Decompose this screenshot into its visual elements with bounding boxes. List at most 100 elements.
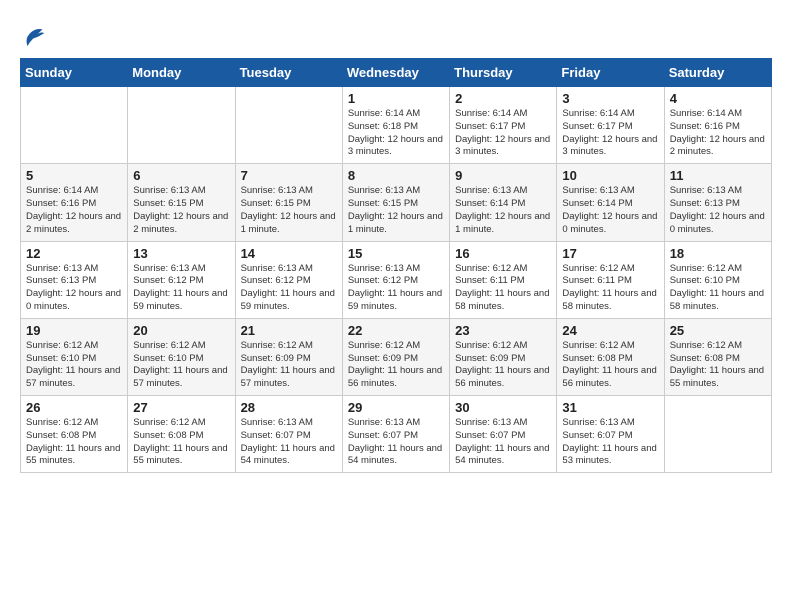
day-number: 2 — [455, 91, 551, 106]
day-number: 5 — [26, 168, 122, 183]
weekday-header-wednesday: Wednesday — [342, 59, 449, 87]
week-row-4: 19 Sunrise: 6:12 AM Sunset: 6:10 PM Dayli… — [21, 318, 772, 395]
day-cell: 7 Sunrise: 6:13 AM Sunset: 6:15 PM Daylig… — [235, 164, 342, 241]
day-info: Sunrise: 6:14 AM Sunset: 6:17 PM Dayligh… — [562, 108, 658, 159]
calendar: SundayMondayTuesdayWednesdayThursdayFrid… — [20, 58, 772, 473]
logo — [20, 20, 52, 48]
day-number: 18 — [670, 246, 766, 261]
day-cell — [235, 87, 342, 164]
day-number: 27 — [133, 400, 229, 415]
day-info: Sunrise: 6:13 AM Sunset: 6:07 PM Dayligh… — [562, 417, 658, 468]
day-number: 12 — [26, 246, 122, 261]
day-info: Sunrise: 6:12 AM Sunset: 6:09 PM Dayligh… — [241, 340, 337, 391]
day-info: Sunrise: 6:13 AM Sunset: 6:15 PM Dayligh… — [241, 185, 337, 236]
day-info: Sunrise: 6:12 AM Sunset: 6:08 PM Dayligh… — [26, 417, 122, 468]
day-info: Sunrise: 6:13 AM Sunset: 6:07 PM Dayligh… — [455, 417, 551, 468]
day-cell: 27 Sunrise: 6:12 AM Sunset: 6:08 PM Dayli… — [128, 396, 235, 473]
day-number: 21 — [241, 323, 337, 338]
day-info: Sunrise: 6:14 AM Sunset: 6:18 PM Dayligh… — [348, 108, 444, 159]
day-info: Sunrise: 6:12 AM Sunset: 6:10 PM Dayligh… — [670, 263, 766, 314]
day-cell: 5 Sunrise: 6:14 AM Sunset: 6:16 PM Daylig… — [21, 164, 128, 241]
day-cell: 6 Sunrise: 6:13 AM Sunset: 6:15 PM Daylig… — [128, 164, 235, 241]
weekday-header-thursday: Thursday — [450, 59, 557, 87]
day-number: 20 — [133, 323, 229, 338]
day-number: 24 — [562, 323, 658, 338]
day-cell: 9 Sunrise: 6:13 AM Sunset: 6:14 PM Daylig… — [450, 164, 557, 241]
day-cell: 21 Sunrise: 6:12 AM Sunset: 6:09 PM Dayli… — [235, 318, 342, 395]
weekday-header-monday: Monday — [128, 59, 235, 87]
weekday-header-tuesday: Tuesday — [235, 59, 342, 87]
week-row-1: 1 Sunrise: 6:14 AM Sunset: 6:18 PM Daylig… — [21, 87, 772, 164]
day-cell — [664, 396, 771, 473]
day-info: Sunrise: 6:13 AM Sunset: 6:13 PM Dayligh… — [26, 263, 122, 314]
day-cell: 1 Sunrise: 6:14 AM Sunset: 6:18 PM Daylig… — [342, 87, 449, 164]
day-cell: 16 Sunrise: 6:12 AM Sunset: 6:11 PM Dayli… — [450, 241, 557, 318]
day-cell: 29Sunrise: 6:13 AM Sunset: 6:07 PM Dayli… — [342, 396, 449, 473]
day-number: 7 — [241, 168, 337, 183]
day-info: Sunrise: 6:13 AM Sunset: 6:15 PM Dayligh… — [133, 185, 229, 236]
day-number: 31 — [562, 400, 658, 415]
day-number: 25 — [670, 323, 766, 338]
day-number: 8 — [348, 168, 444, 183]
day-cell: 28 Sunrise: 6:13 AM Sunset: 6:07 PM Dayli… — [235, 396, 342, 473]
day-cell — [21, 87, 128, 164]
day-info: Sunrise: 6:12 AM Sunset: 6:08 PM Dayligh… — [133, 417, 229, 468]
day-cell: 30Sunrise: 6:13 AM Sunset: 6:07 PM Dayli… — [450, 396, 557, 473]
weekday-header-row: SundayMondayTuesdayWednesdayThursdayFrid… — [21, 59, 772, 87]
day-cell: 15Sunrise: 6:13 AM Sunset: 6:12 PM Dayli… — [342, 241, 449, 318]
day-number: 16 — [455, 246, 551, 261]
day-cell: 19Sunrise: 6:12 AM Sunset: 6:10 PM Dayli… — [21, 318, 128, 395]
day-number: 13 — [133, 246, 229, 261]
day-cell: 31 Sunrise: 6:13 AM Sunset: 6:07 PM Dayli… — [557, 396, 664, 473]
week-row-2: 5 Sunrise: 6:14 AM Sunset: 6:16 PM Daylig… — [21, 164, 772, 241]
day-number: 17 — [562, 246, 658, 261]
day-info: Sunrise: 6:12 AM Sunset: 6:09 PM Dayligh… — [348, 340, 444, 391]
day-cell: 8 Sunrise: 6:13 AM Sunset: 6:15 PM Daylig… — [342, 164, 449, 241]
day-number: 10 — [562, 168, 658, 183]
day-number: 9 — [455, 168, 551, 183]
day-number: 14 — [241, 246, 337, 261]
day-cell — [128, 87, 235, 164]
day-info: Sunrise: 6:14 AM Sunset: 6:17 PM Dayligh… — [455, 108, 551, 159]
day-cell: 13 Sunrise: 6:13 AM Sunset: 6:12 PM Dayli… — [128, 241, 235, 318]
day-number: 4 — [670, 91, 766, 106]
day-cell: 2 Sunrise: 6:14 AM Sunset: 6:17 PM Daylig… — [450, 87, 557, 164]
day-number: 6 — [133, 168, 229, 183]
week-row-5: 26Sunrise: 6:12 AM Sunset: 6:08 PM Dayli… — [21, 396, 772, 473]
day-cell: 3 Sunrise: 6:14 AM Sunset: 6:17 PM Daylig… — [557, 87, 664, 164]
day-number: 1 — [348, 91, 444, 106]
day-info: Sunrise: 6:13 AM Sunset: 6:14 PM Dayligh… — [455, 185, 551, 236]
weekday-header-friday: Friday — [557, 59, 664, 87]
day-cell: 20 Sunrise: 6:12 AM Sunset: 6:10 PM Dayli… — [128, 318, 235, 395]
day-info: Sunrise: 6:12 AM Sunset: 6:08 PM Dayligh… — [670, 340, 766, 391]
week-row-3: 12 Sunrise: 6:13 AM Sunset: 6:13 PM Dayli… — [21, 241, 772, 318]
day-info: Sunrise: 6:13 AM Sunset: 6:15 PM Dayligh… — [348, 185, 444, 236]
day-number: 23 — [455, 323, 551, 338]
day-cell: 17 Sunrise: 6:12 AM Sunset: 6:11 PM Dayli… — [557, 241, 664, 318]
page: SundayMondayTuesdayWednesdayThursdayFrid… — [0, 0, 792, 483]
day-info: Sunrise: 6:13 AM Sunset: 6:12 PM Dayligh… — [133, 263, 229, 314]
day-info: Sunrise: 6:12 AM Sunset: 6:08 PM Dayligh… — [562, 340, 658, 391]
day-cell: 10 Sunrise: 6:13 AM Sunset: 6:14 PM Dayli… — [557, 164, 664, 241]
day-number: 28 — [241, 400, 337, 415]
day-info: Sunrise: 6:14 AM Sunset: 6:16 PM Dayligh… — [670, 108, 766, 159]
day-info: Sunrise: 6:13 AM Sunset: 6:07 PM Dayligh… — [348, 417, 444, 468]
day-info: Sunrise: 6:12 AM Sunset: 6:11 PM Dayligh… — [455, 263, 551, 314]
day-cell: 4 Sunrise: 6:14 AM Sunset: 6:16 PM Daylig… — [664, 87, 771, 164]
day-cell: 24 Sunrise: 6:12 AM Sunset: 6:08 PM Dayli… — [557, 318, 664, 395]
day-info: Sunrise: 6:12 AM Sunset: 6:10 PM Dayligh… — [133, 340, 229, 391]
day-number: 19 — [26, 323, 122, 338]
day-cell: 14 Sunrise: 6:13 AM Sunset: 6:12 PM Dayli… — [235, 241, 342, 318]
day-cell: 22Sunrise: 6:12 AM Sunset: 6:09 PM Dayli… — [342, 318, 449, 395]
day-info: Sunrise: 6:13 AM Sunset: 6:13 PM Dayligh… — [670, 185, 766, 236]
weekday-header-sunday: Sunday — [21, 59, 128, 87]
day-info: Sunrise: 6:12 AM Sunset: 6:11 PM Dayligh… — [562, 263, 658, 314]
day-info: Sunrise: 6:13 AM Sunset: 6:07 PM Dayligh… — [241, 417, 337, 468]
day-info: Sunrise: 6:13 AM Sunset: 6:14 PM Dayligh… — [562, 185, 658, 236]
day-info: Sunrise: 6:13 AM Sunset: 6:12 PM Dayligh… — [241, 263, 337, 314]
day-number: 11 — [670, 168, 766, 183]
day-number: 3 — [562, 91, 658, 106]
day-info: Sunrise: 6:14 AM Sunset: 6:16 PM Dayligh… — [26, 185, 122, 236]
day-cell: 26Sunrise: 6:12 AM Sunset: 6:08 PM Dayli… — [21, 396, 128, 473]
day-info: Sunrise: 6:12 AM Sunset: 6:09 PM Dayligh… — [455, 340, 551, 391]
